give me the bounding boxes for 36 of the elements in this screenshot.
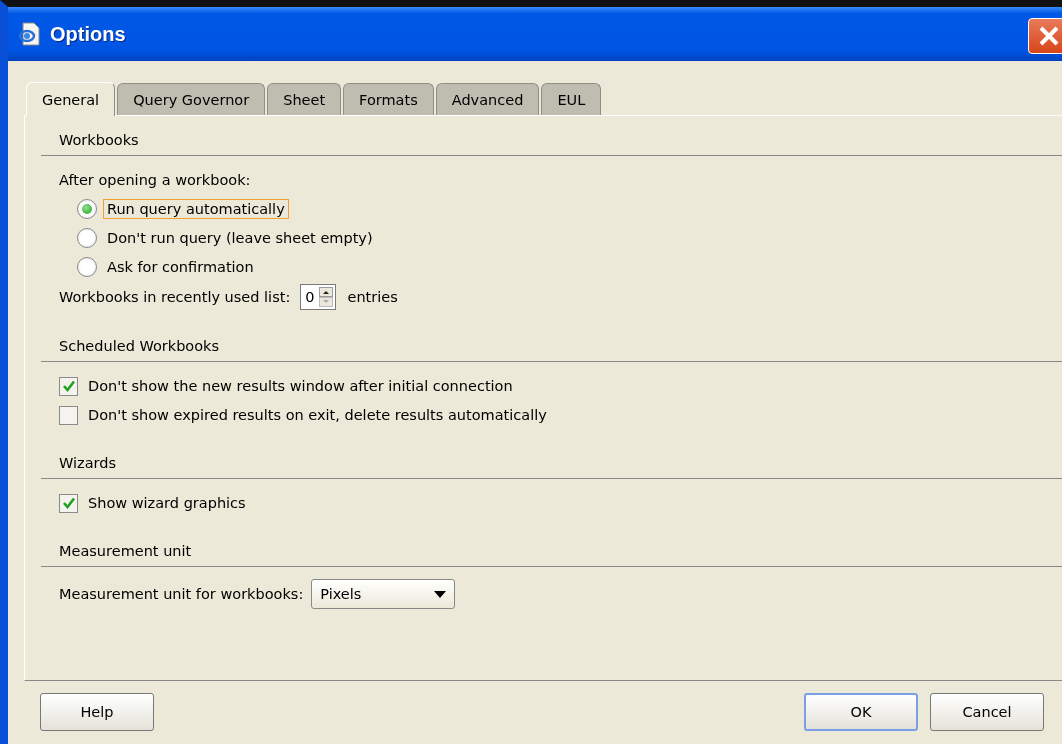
dialog-button[interactable]: OK <box>804 693 918 731</box>
radio-button[interactable] <box>77 199 97 219</box>
number-spinner[interactable]: 0 <box>300 284 336 310</box>
spinner-arrows-icon[interactable] <box>318 287 333 307</box>
checkbox-label[interactable]: Show wizard graphics <box>84 493 250 513</box>
dialog-button[interactable]: Cancel <box>930 693 1044 731</box>
tab[interactable]: EUL <box>541 83 602 115</box>
group-label: After opening a workbook: <box>59 172 251 188</box>
checkbox-label[interactable]: Don't show expired results on exit, delete results automatically <box>84 405 551 425</box>
tab[interactable]: Formats <box>343 83 434 115</box>
dialog-button[interactable]: Help <box>40 693 154 731</box>
radio-label[interactable]: Ask for confirmation <box>103 257 258 277</box>
tab[interactable]: Query Governor <box>117 83 266 115</box>
section-heading: Scheduled Workbooks <box>59 338 220 354</box>
tab[interactable]: Sheet <box>267 83 342 115</box>
tab[interactable]: Advanced <box>435 83 540 115</box>
field-label: Measurement unit for workbooks: <box>59 586 304 602</box>
radio-label[interactable]: Run query automatically <box>103 199 289 219</box>
radio-label[interactable]: Don't run query (leave sheet empty) <box>103 228 377 248</box>
unit-label: entries <box>347 289 398 305</box>
checkbox[interactable] <box>59 405 78 425</box>
unit-dropdown[interactable]: Pixels <box>311 579 456 609</box>
field-label: Workbooks in recently used list: <box>59 289 291 305</box>
tab[interactable]: General <box>26 82 116 116</box>
radio-button[interactable] <box>77 228 97 248</box>
close-button[interactable] <box>1028 18 1062 54</box>
checkbox-label[interactable]: Don't show the new results window after initial connection <box>84 376 517 396</box>
section-heading: Wizards <box>59 455 116 471</box>
window-title: Options <box>50 22 126 46</box>
dropdown-arrow-icon[interactable] <box>434 590 447 598</box>
document-icon <box>18 22 40 46</box>
checkbox[interactable] <box>59 493 78 513</box>
section-heading: Workbooks <box>59 132 139 148</box>
radio-button[interactable] <box>77 257 97 277</box>
checkbox[interactable] <box>59 376 78 396</box>
section-heading: Measurement unit <box>59 543 192 559</box>
